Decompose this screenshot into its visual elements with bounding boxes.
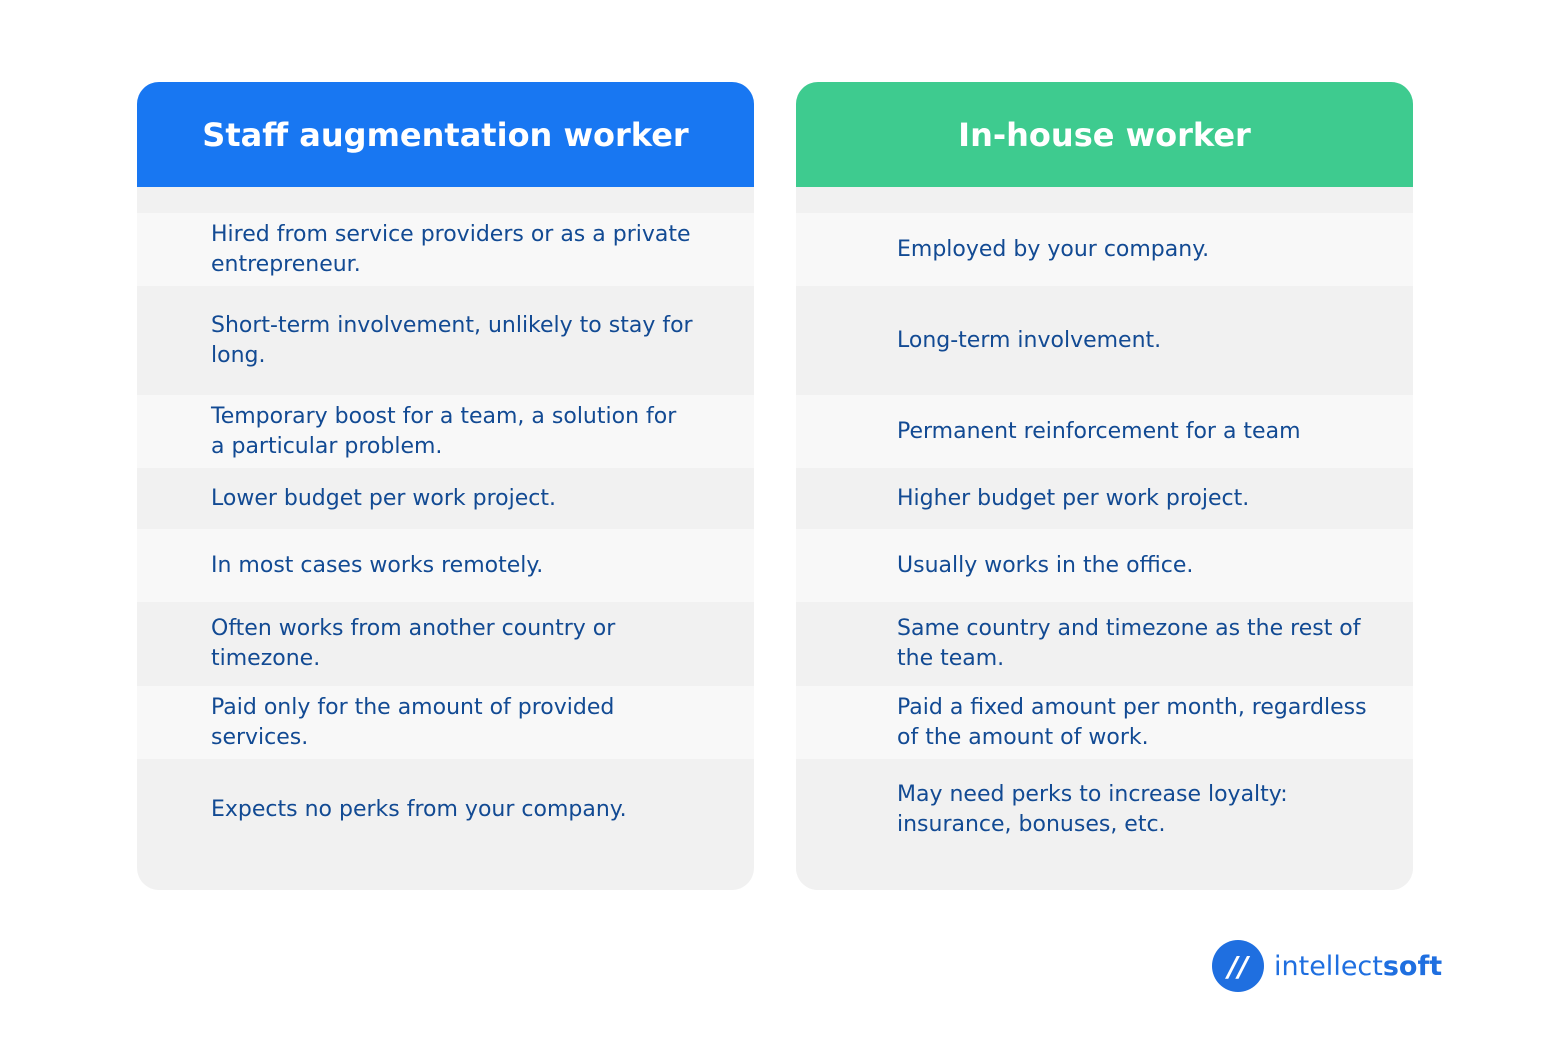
left-item: Paid only for the amount of provided ser…	[137, 686, 754, 759]
right-item: Permanent reinforcement for a team	[796, 395, 1413, 468]
staff-augmentation-card: Staff augmentation worker Hired from ser…	[137, 82, 754, 890]
left-item: Temporary boost for a team, a solution f…	[137, 395, 754, 468]
right-item: Paid a fixed amount per month, regardles…	[796, 686, 1413, 759]
right-item: May need perks to increase loyalty: insu…	[796, 759, 1413, 890]
logo-wordmark: intellectsoft	[1274, 951, 1442, 982]
logo-text-regular: intellect	[1274, 950, 1383, 982]
left-item: Lower budget per work project.	[137, 468, 754, 529]
right-item: Higher budget per work project.	[796, 468, 1413, 529]
right-item: Long-term involvement.	[796, 286, 1413, 395]
in-house-header: In-house worker	[796, 82, 1413, 187]
left-item: Expects no perks from your company.	[137, 759, 754, 861]
left-item: In most cases works remotely.	[137, 529, 754, 602]
in-house-card: In-house worker Employed by your company…	[796, 82, 1413, 890]
intellectsoft-logo: // intellectsoft	[1212, 940, 1442, 992]
right-item: Employed by your company.	[796, 213, 1413, 286]
left-item: Hired from service providers or as a pri…	[137, 213, 754, 286]
logo-text-bold: soft	[1382, 950, 1443, 982]
left-item: Short-term involvement, unlikely to stay…	[137, 286, 754, 395]
right-item: Same country and timezone as the rest of…	[796, 602, 1413, 686]
logo-mark-icon: //	[1212, 940, 1264, 992]
left-item: Often works from another country or time…	[137, 602, 754, 686]
staff-augmentation-header: Staff augmentation worker	[137, 82, 754, 187]
right-item: Usually works in the office.	[796, 529, 1413, 602]
